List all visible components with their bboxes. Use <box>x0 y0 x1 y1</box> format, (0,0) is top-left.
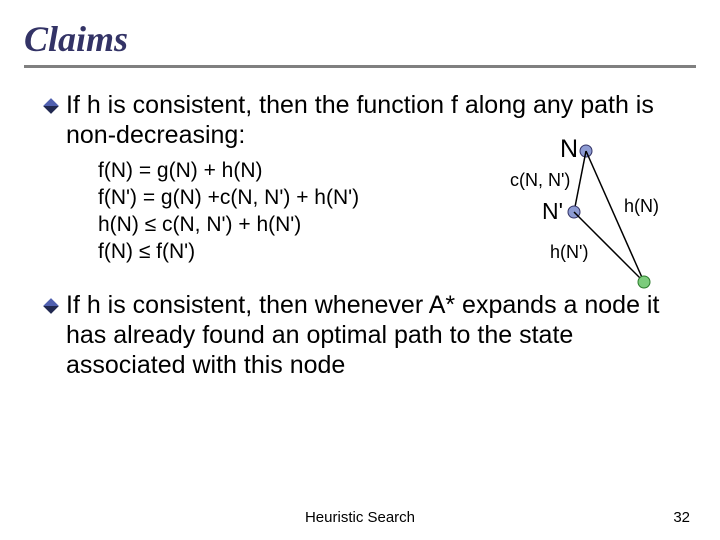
equations-block: f(N) = g(N) + h(N) f(N') = g(N) +c(N, N'… <box>98 158 359 266</box>
eq-line-2: f(N') = g(N) +c(N, N') + h(N') <box>98 186 359 209</box>
label-hn: h(N) <box>624 196 659 217</box>
eq-line-1: f(N) = g(N) + h(N) <box>98 159 263 182</box>
eq-line-3: h(N) ≤ c(N, N') + h(N') <box>98 213 301 236</box>
consistency-diagram: N c(N, N') N' h(N) h(N') <box>464 122 674 302</box>
footer-center: Heuristic Search <box>0 509 720 526</box>
eq-line-4: f(N) ≤ f(N') <box>98 240 195 263</box>
equations-and-diagram: f(N) = g(N) + h(N) f(N') = g(N) +c(N, N'… <box>44 158 696 266</box>
title-underline <box>24 65 696 68</box>
slide-title: Claims <box>24 18 696 60</box>
node-goal-icon <box>638 276 650 288</box>
diamond-bullet-icon <box>43 298 59 314</box>
bullet-2-text: If h is consistent, then whenever A* exp… <box>66 290 696 380</box>
slide-content: If h is consistent, then the function f … <box>24 90 696 380</box>
label-n: N <box>560 135 578 164</box>
bullet-item-2: If h is consistent, then whenever A* exp… <box>44 290 696 380</box>
diamond-bullet-icon <box>43 98 59 114</box>
footer-page-number: 32 <box>673 509 690 526</box>
label-cnnp: c(N, N') <box>510 170 570 191</box>
label-hnp: h(N') <box>550 242 588 263</box>
slide: Claims If h is consistent, then the func… <box>0 0 720 540</box>
label-np: N' <box>542 198 563 225</box>
